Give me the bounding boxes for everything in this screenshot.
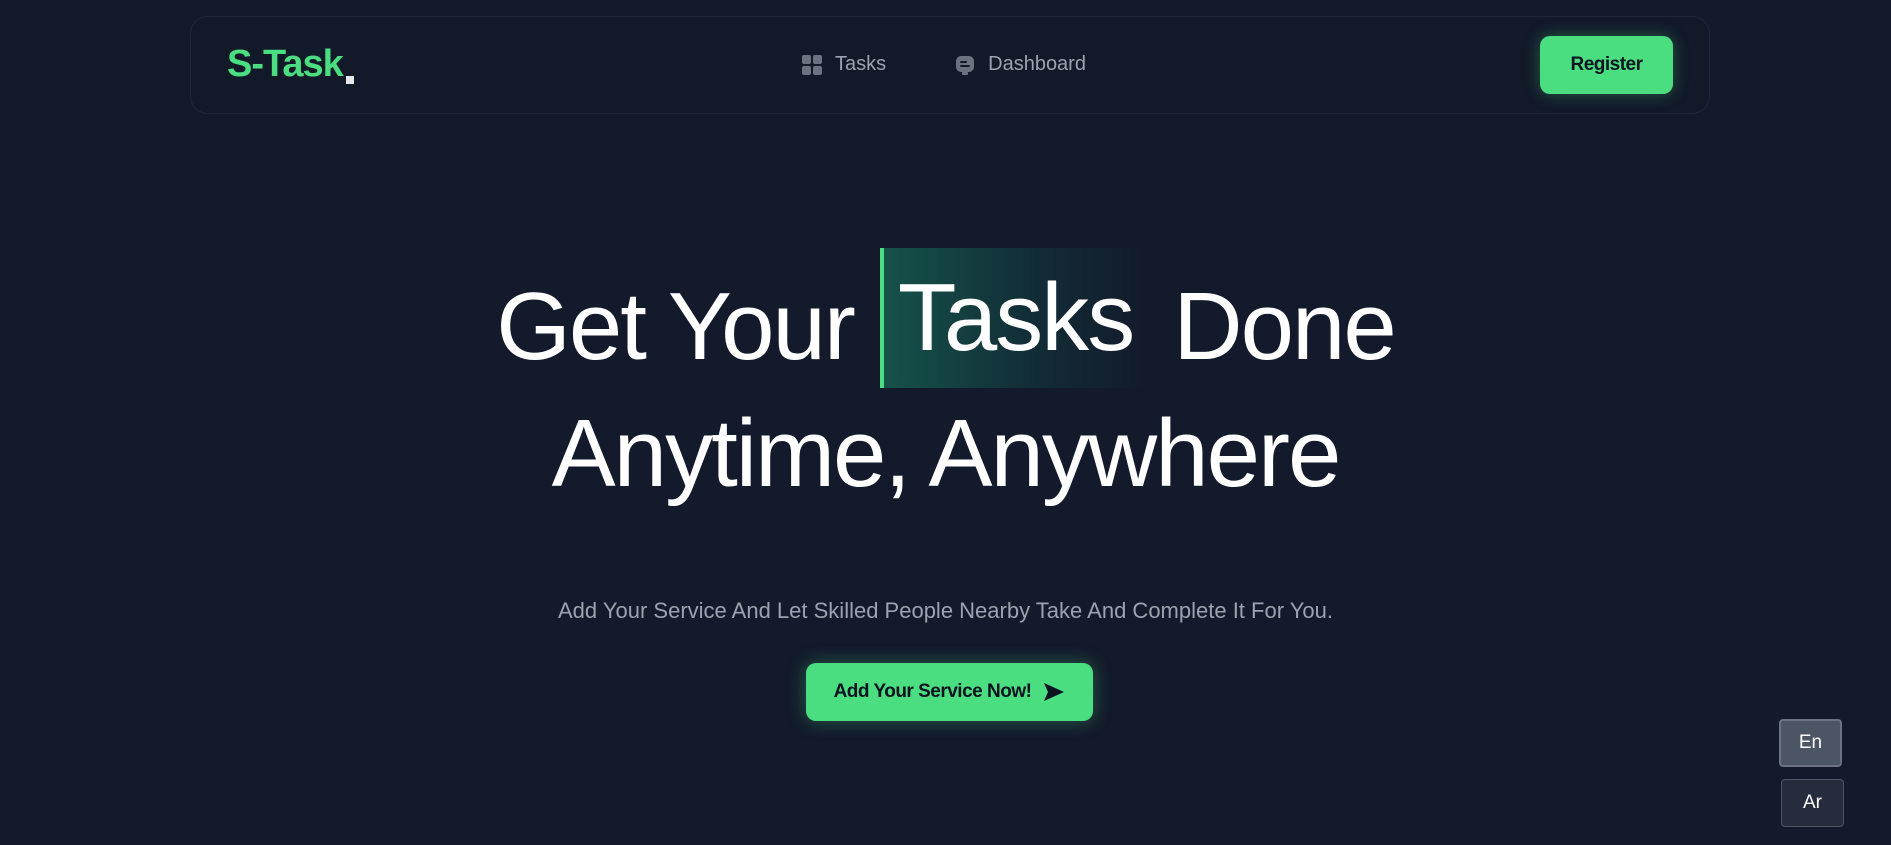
hero-title-line-1: Get Your Tasks Done	[0, 248, 1891, 388]
add-service-button[interactable]: Add Your Service Now!	[806, 663, 1093, 721]
nav-item-tasks[interactable]: Tasks	[801, 53, 886, 76]
hero-title-text: Get Your	[496, 272, 856, 380]
hero-title-line-2: Anytime, Anywhere	[0, 395, 1891, 513]
hero-subtitle: Add Your Service And Let Skilled People …	[558, 598, 1333, 623]
register-button[interactable]: Register	[1540, 36, 1673, 94]
nav-item-label: Dashboard	[988, 53, 1086, 75]
send-arrow-icon	[1043, 682, 1065, 702]
nav-item-dashboard[interactable]: Dashboard	[954, 53, 1086, 76]
language-en-button[interactable]: En	[1779, 719, 1842, 767]
language-ar-button[interactable]: Ar	[1781, 779, 1844, 827]
logo-text: S-Task	[227, 43, 344, 85]
grid-icon	[801, 54, 823, 76]
logo-dot	[345, 76, 354, 84]
hero-highlight-word: Tasks	[879, 248, 1146, 388]
hero-title-text: Anytime, Anywhere	[551, 400, 1342, 507]
logo[interactable]: S-Task	[227, 43, 354, 86]
add-service-button-label: Add Your Service Now!	[833, 681, 1032, 702]
navbar: S-Task Tasks Dashboard Register	[190, 16, 1710, 114]
dashboard-icon	[954, 54, 976, 76]
nav-item-label: Tasks	[835, 53, 887, 75]
landing-page: S-Task Tasks Dashboard Register Get Your…	[0, 0, 1891, 845]
hero-title-text: Done	[1173, 272, 1396, 380]
nav-links: Tasks Dashboard	[801, 53, 1086, 76]
